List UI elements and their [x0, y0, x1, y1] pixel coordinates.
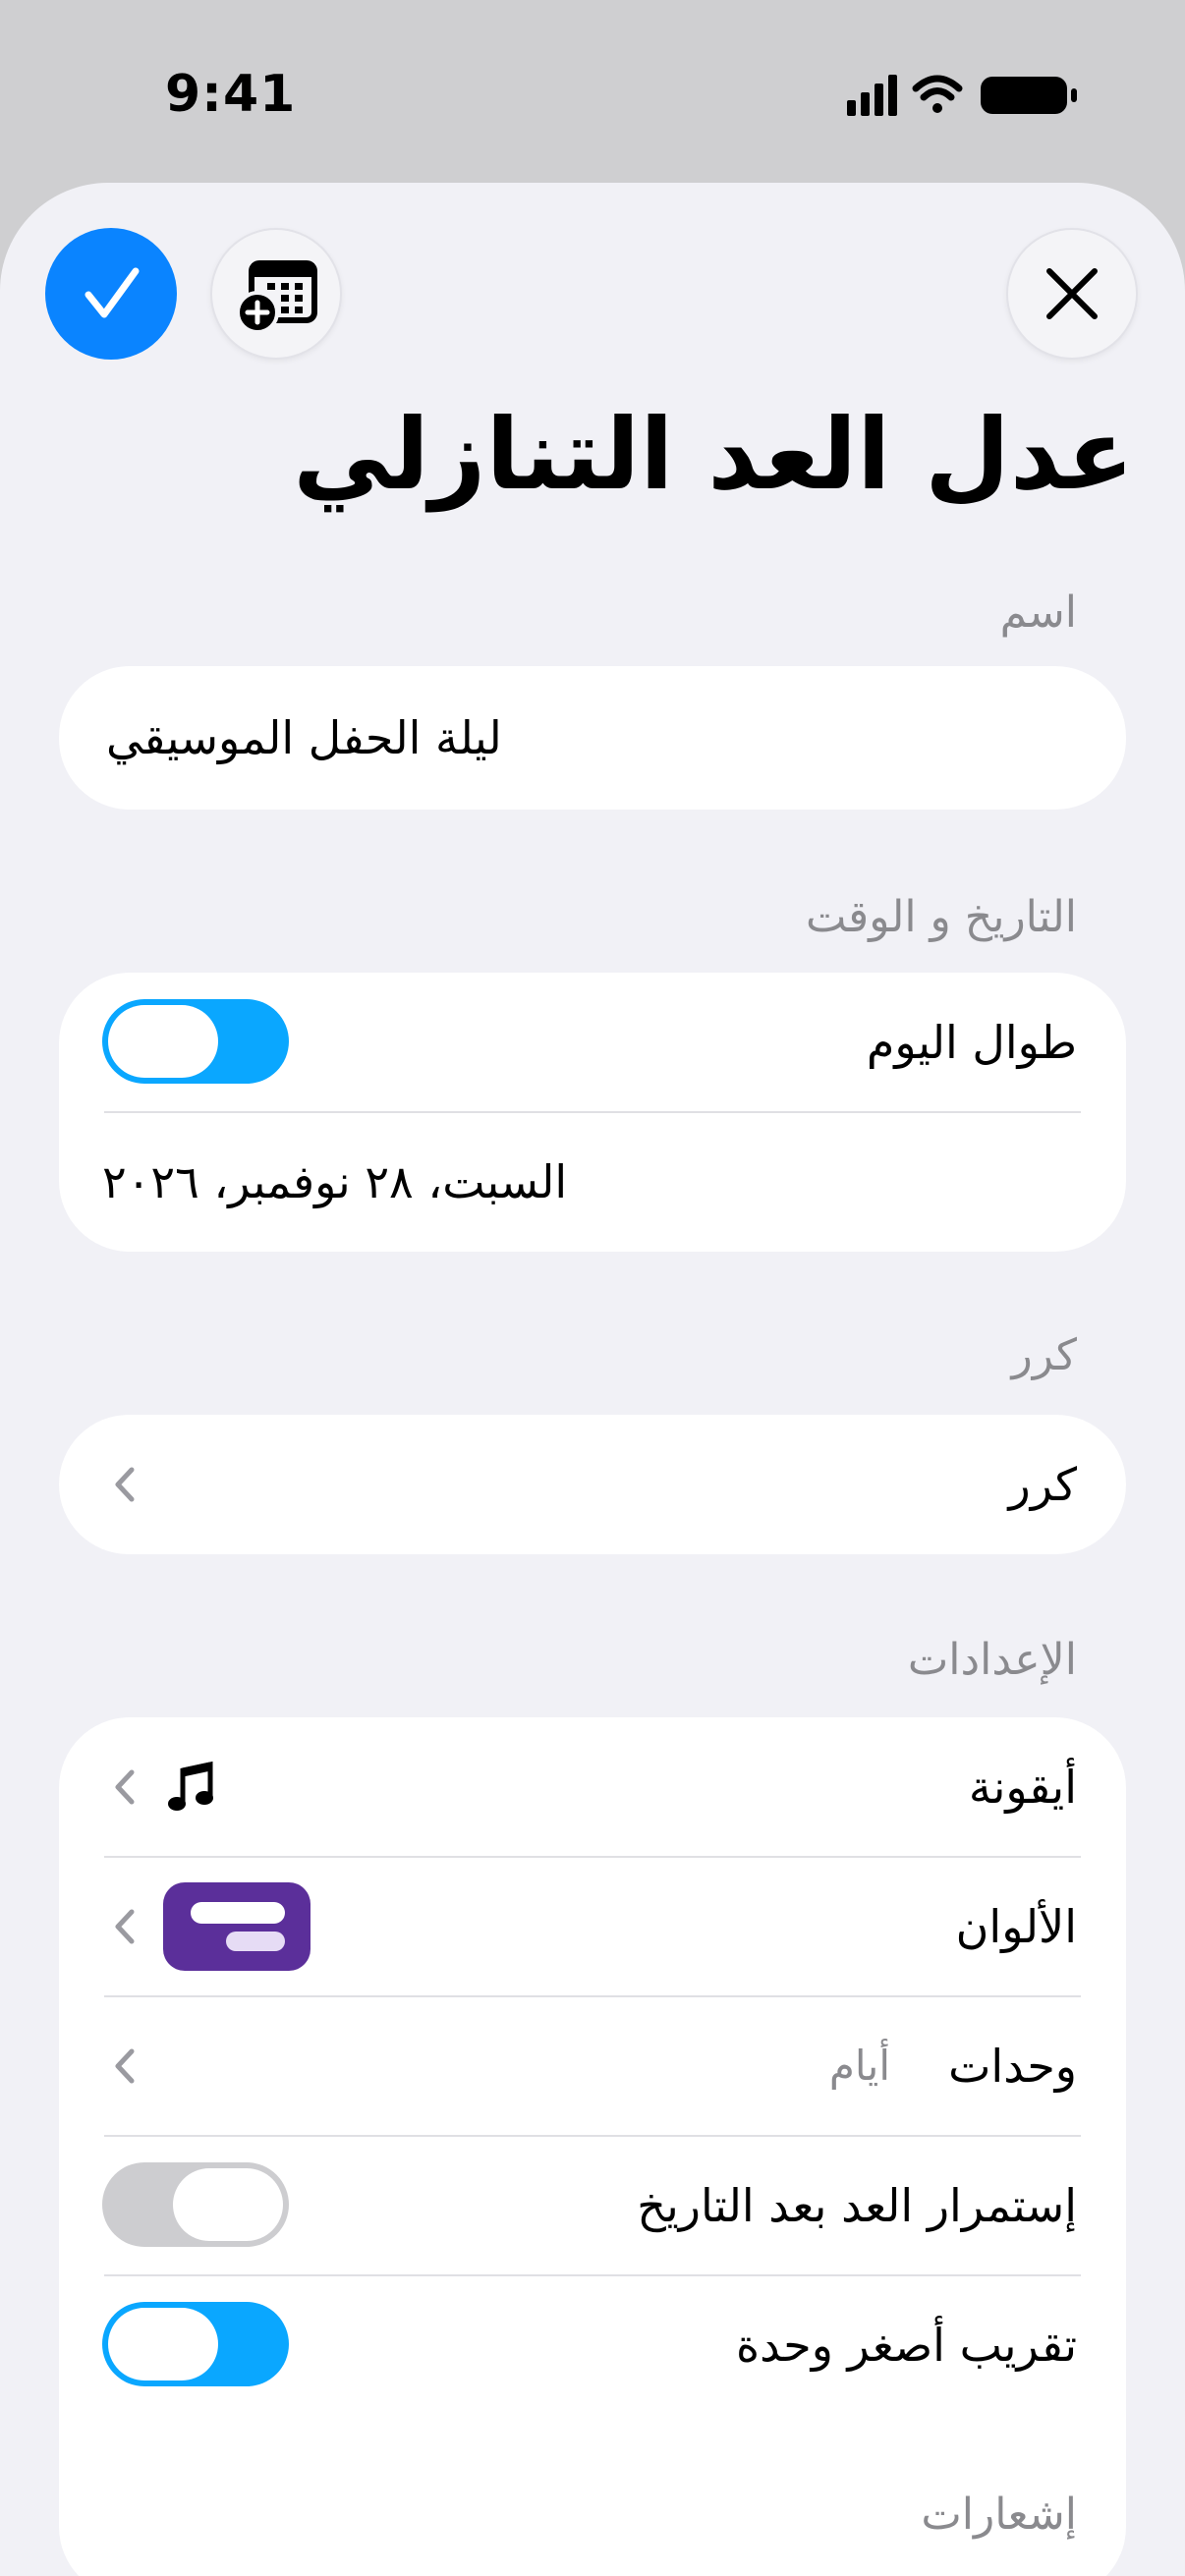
close-button[interactable] [1006, 228, 1138, 360]
round-unit-label: تقريب أصغر وحدة [736, 2319, 1077, 2372]
edit-countdown-sheet: عدل العد التنازلي اسم ليلة الحفل الموسيق… [0, 183, 1185, 2576]
chevron-left-icon [115, 2048, 135, 2084]
datetime-card: طوال اليوم السبت، ٢٨ نوفمبر، ٢٠٢٦ [59, 973, 1126, 1252]
icon-row[interactable]: أيقونة [59, 1717, 1126, 1857]
toggle-knob [173, 2168, 283, 2241]
all-day-toggle[interactable] [102, 999, 289, 1084]
all-day-label: طوال اليوم [866, 1016, 1077, 1069]
name-field[interactable]: ليلة الحفل الموسيقي [106, 666, 502, 810]
chevron-left-icon [115, 1467, 135, 1502]
checkmark-icon [85, 267, 140, 318]
color-swatch [163, 1882, 310, 1971]
date-row[interactable]: السبت، ٢٨ نوفمبر، ٢٠٢٦ [59, 1112, 1126, 1252]
name-section-header: اسم [999, 588, 1077, 638]
status-bar: 9:41 [0, 0, 1185, 187]
colors-row[interactable]: الألوان [59, 1857, 1126, 1996]
calendar-add-icon [236, 260, 317, 334]
units-row[interactable]: وحدات أيام [59, 1996, 1126, 2136]
settings-card: أيقونة الألوان وحدات أيام إستمرار العد ب… [59, 1717, 1126, 2576]
swatch-bar [226, 1932, 285, 1951]
music-note-icon [168, 1761, 213, 1811]
cellular-signal-icon [847, 75, 897, 116]
add-to-calendar-button[interactable] [210, 228, 342, 360]
close-icon [1046, 268, 1098, 319]
colors-label: الألوان [955, 1900, 1077, 1953]
round-unit-toggle[interactable] [102, 2302, 289, 2386]
units-value: أيام [828, 2042, 890, 2090]
all-day-row: طوال اليوم [59, 973, 1126, 1112]
wifi-icon [912, 75, 963, 113]
done-button[interactable] [45, 228, 177, 360]
continue-counting-row: إستمرار العد بعد التاريخ [59, 2136, 1126, 2275]
notifications-section-header: إشعارات [921, 2490, 1077, 2540]
continue-counting-label: إستمرار العد بعد التاريخ [637, 2179, 1077, 2232]
repeat-row[interactable]: كرر [59, 1415, 1126, 1554]
continue-counting-toggle[interactable] [102, 2162, 289, 2247]
datetime-section-header: التاريخ و الوقت [805, 892, 1077, 942]
round-unit-row: تقريب أصغر وحدة [59, 2275, 1126, 2415]
toggle-knob [108, 2308, 218, 2380]
settings-section-header: الإعدادات [907, 1635, 1077, 1685]
repeat-section-header: كرر [1011, 1330, 1077, 1380]
repeat-card: كرر [59, 1415, 1126, 1554]
name-card: ليلة الحفل الموسيقي [59, 666, 1126, 810]
toggle-knob [108, 1005, 218, 1078]
status-time: 9:41 [165, 65, 297, 124]
battery-icon [981, 77, 1077, 114]
chevron-left-icon [115, 1909, 135, 1944]
status-icons [847, 75, 1077, 116]
chevron-left-icon [115, 1769, 135, 1805]
page-title: عدل العد التنازلي [293, 397, 1134, 512]
units-label: وحدات [948, 2040, 1077, 2093]
icon-label: أيقونة [968, 1761, 1077, 1814]
repeat-label: كرر [1008, 1458, 1078, 1511]
date-value[interactable]: السبت، ٢٨ نوفمبر، ٢٠٢٦ [102, 1112, 567, 1252]
swatch-bar [191, 1902, 285, 1924]
